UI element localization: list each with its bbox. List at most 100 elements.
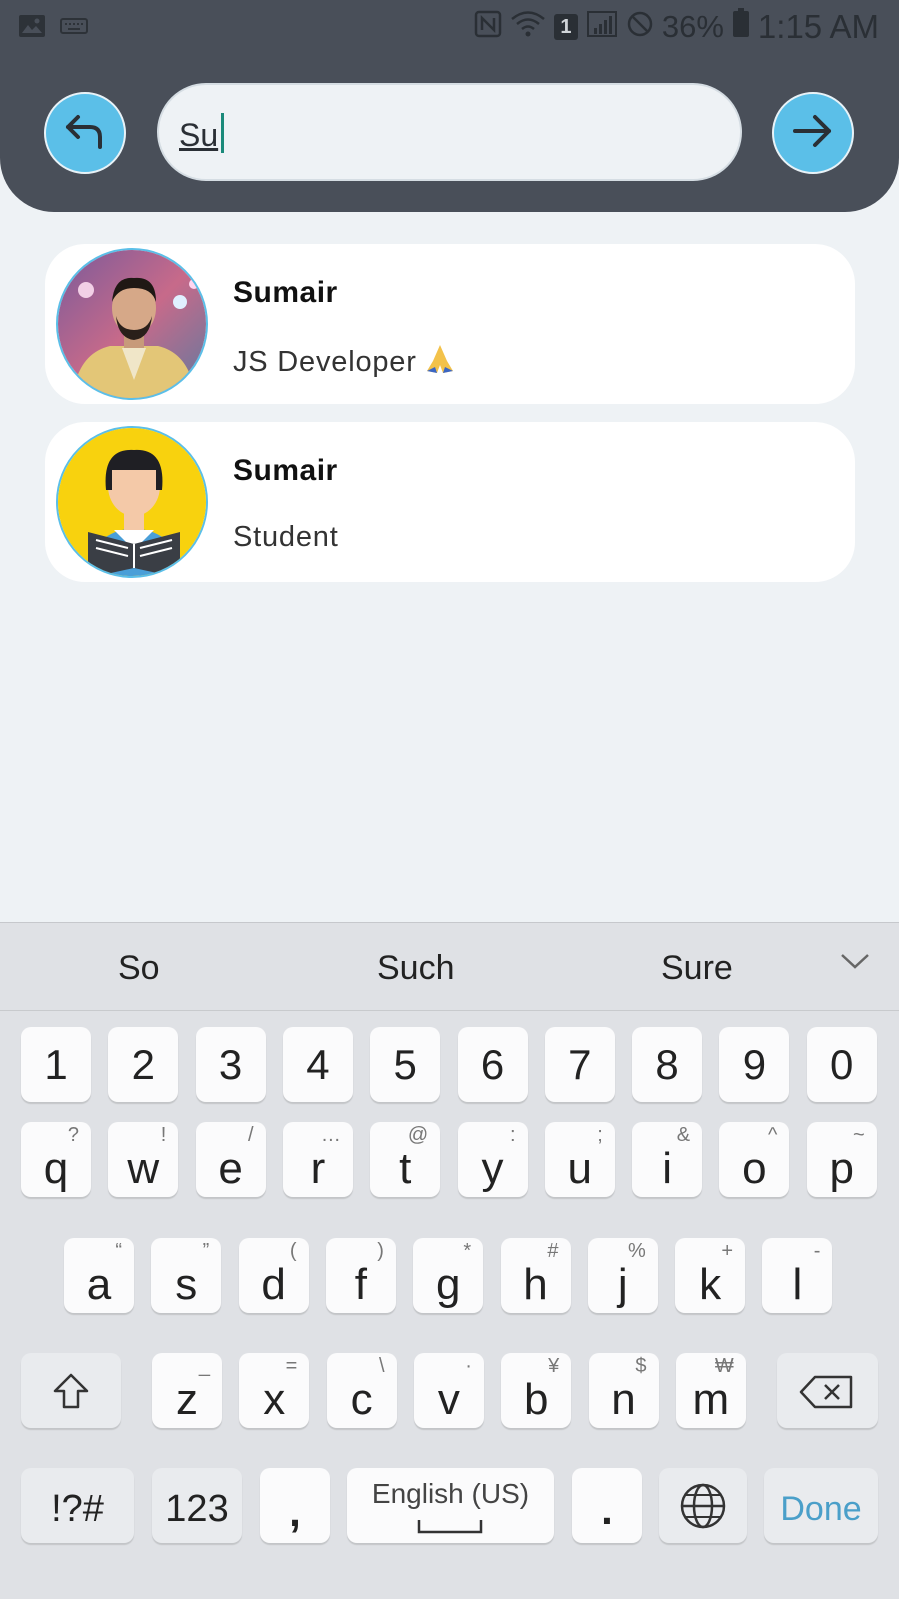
key-label: i: [662, 1144, 672, 1193]
key-i[interactable]: i &: [632, 1122, 703, 1197]
back-arrow-icon: [62, 111, 108, 156]
chevron-down-icon[interactable]: [840, 951, 870, 976]
key-z[interactable]: z _: [152, 1353, 222, 1428]
space-key[interactable]: English (US): [347, 1468, 554, 1543]
key-label: c: [350, 1375, 373, 1424]
key-e[interactable]: e /: [195, 1122, 266, 1197]
key-label: h: [523, 1260, 548, 1309]
key-label: z: [176, 1375, 198, 1424]
back-button[interactable]: [44, 92, 126, 174]
backspace-icon: [799, 1375, 855, 1414]
key-c[interactable]: c \: [326, 1353, 397, 1428]
key-l[interactable]: l-: [762, 1238, 833, 1313]
key-label: 3: [218, 1041, 243, 1088]
key-alt-label: +: [721, 1240, 734, 1262]
suggestion-item[interactable]: Sure: [661, 949, 733, 988]
key-d[interactable]: d(: [238, 1238, 309, 1313]
avatar: [56, 248, 208, 400]
key-alt-label: \: [379, 1355, 385, 1377]
backspace-key[interactable]: [777, 1353, 878, 1428]
key-label: q: [43, 1144, 69, 1193]
key-7[interactable]: 7: [544, 1027, 615, 1102]
do-not-disturb-icon: [626, 8, 654, 46]
key-alt-label: *: [463, 1240, 472, 1262]
search-input[interactable]: Su: [157, 83, 742, 181]
key-m[interactable]: m ₩: [675, 1353, 746, 1428]
key-label: l: [792, 1260, 803, 1309]
key-v[interactable]: v ·: [413, 1353, 484, 1428]
key-5[interactable]: 5: [370, 1027, 441, 1102]
battery-icon: [732, 8, 750, 46]
key-label: 123: [165, 1488, 229, 1530]
key-b[interactable]: b ¥: [501, 1353, 572, 1428]
key-w[interactable]: w!: [108, 1122, 179, 1197]
key-label: x: [263, 1375, 286, 1424]
avatar: [56, 426, 208, 578]
search-go-button[interactable]: [772, 92, 854, 174]
key-r[interactable]: r…: [282, 1122, 353, 1197]
key-label: e: [218, 1144, 243, 1193]
key-y[interactable]: y:: [457, 1122, 528, 1197]
key-u[interactable]: u;: [544, 1122, 615, 1197]
symbols-key[interactable]: !?#: [21, 1468, 134, 1543]
key-6[interactable]: 6: [457, 1027, 528, 1102]
key-n[interactable]: n $: [588, 1353, 659, 1428]
key-alt-label: /: [248, 1124, 254, 1146]
key-alt-label: ^: [768, 1124, 778, 1146]
key-alt-label: =: [285, 1355, 298, 1377]
key-x[interactable]: x =: [239, 1353, 310, 1428]
numbers-key[interactable]: 123: [152, 1468, 242, 1543]
folded-hands-emoji: [423, 343, 457, 375]
wifi-icon: [510, 8, 546, 46]
result-subtitle: JS Developer: [233, 343, 457, 379]
suggestion-bar: So Such Sure: [0, 923, 899, 1011]
key-a[interactable]: a “: [64, 1238, 134, 1313]
key-2[interactable]: 2: [108, 1027, 179, 1102]
result-name: Sumair: [233, 276, 338, 309]
key-j[interactable]: j%: [587, 1238, 658, 1313]
key-q[interactable]: q?: [21, 1122, 91, 1197]
suggestion-item[interactable]: So: [118, 949, 160, 988]
key-t[interactable]: t @: [370, 1122, 441, 1197]
key-s[interactable]: s”: [151, 1238, 222, 1313]
key-label: .: [601, 1486, 613, 1533]
key-alt-label: “: [115, 1240, 122, 1262]
language-key[interactable]: [659, 1468, 747, 1543]
search-result-item[interactable]: Sumair JS Developer: [45, 244, 855, 404]
key-9[interactable]: 9: [719, 1027, 790, 1102]
key-label: 1: [44, 1041, 68, 1088]
key-alt-label: @: [407, 1124, 429, 1146]
key-3[interactable]: 3: [195, 1027, 266, 1102]
period-key[interactable]: .: [572, 1468, 642, 1543]
key-label: 0: [830, 1041, 854, 1088]
key-label: j: [617, 1260, 628, 1309]
key-label: y: [481, 1144, 504, 1193]
done-key[interactable]: Done: [764, 1468, 878, 1543]
key-4[interactable]: 4: [282, 1027, 353, 1102]
search-result-item[interactable]: Sumair Student: [45, 422, 855, 582]
key-h[interactable]: h #: [500, 1238, 571, 1313]
search-input-value: Su: [179, 117, 219, 153]
result-subtitle: Student: [233, 521, 339, 553]
result-name: Sumair: [233, 454, 338, 487]
key-k[interactable]: k +: [675, 1238, 746, 1313]
search-header: 1 36% 1:15 AM Su: [0, 0, 899, 212]
key-f[interactable]: f): [325, 1238, 396, 1313]
key-p[interactable]: p ~: [806, 1122, 877, 1197]
shift-key[interactable]: [21, 1353, 121, 1428]
key-label: v: [437, 1375, 460, 1424]
signal-icon: [586, 8, 618, 46]
key-label: o: [742, 1144, 767, 1193]
comma-key[interactable]: ,: [260, 1468, 330, 1543]
key-1[interactable]: 1: [21, 1027, 91, 1102]
key-label: u: [567, 1144, 593, 1193]
suggestion-item[interactable]: Such: [377, 949, 455, 988]
sim-badge: 1: [553, 14, 578, 40]
key-g[interactable]: g *: [413, 1238, 484, 1313]
key-alt-label: _: [198, 1355, 210, 1377]
text-caret: [221, 113, 224, 153]
key-o[interactable]: o ^: [719, 1122, 790, 1197]
key-8[interactable]: 8: [632, 1027, 703, 1102]
key-alt-label: #: [547, 1240, 559, 1262]
key-0[interactable]: 0: [806, 1027, 877, 1102]
